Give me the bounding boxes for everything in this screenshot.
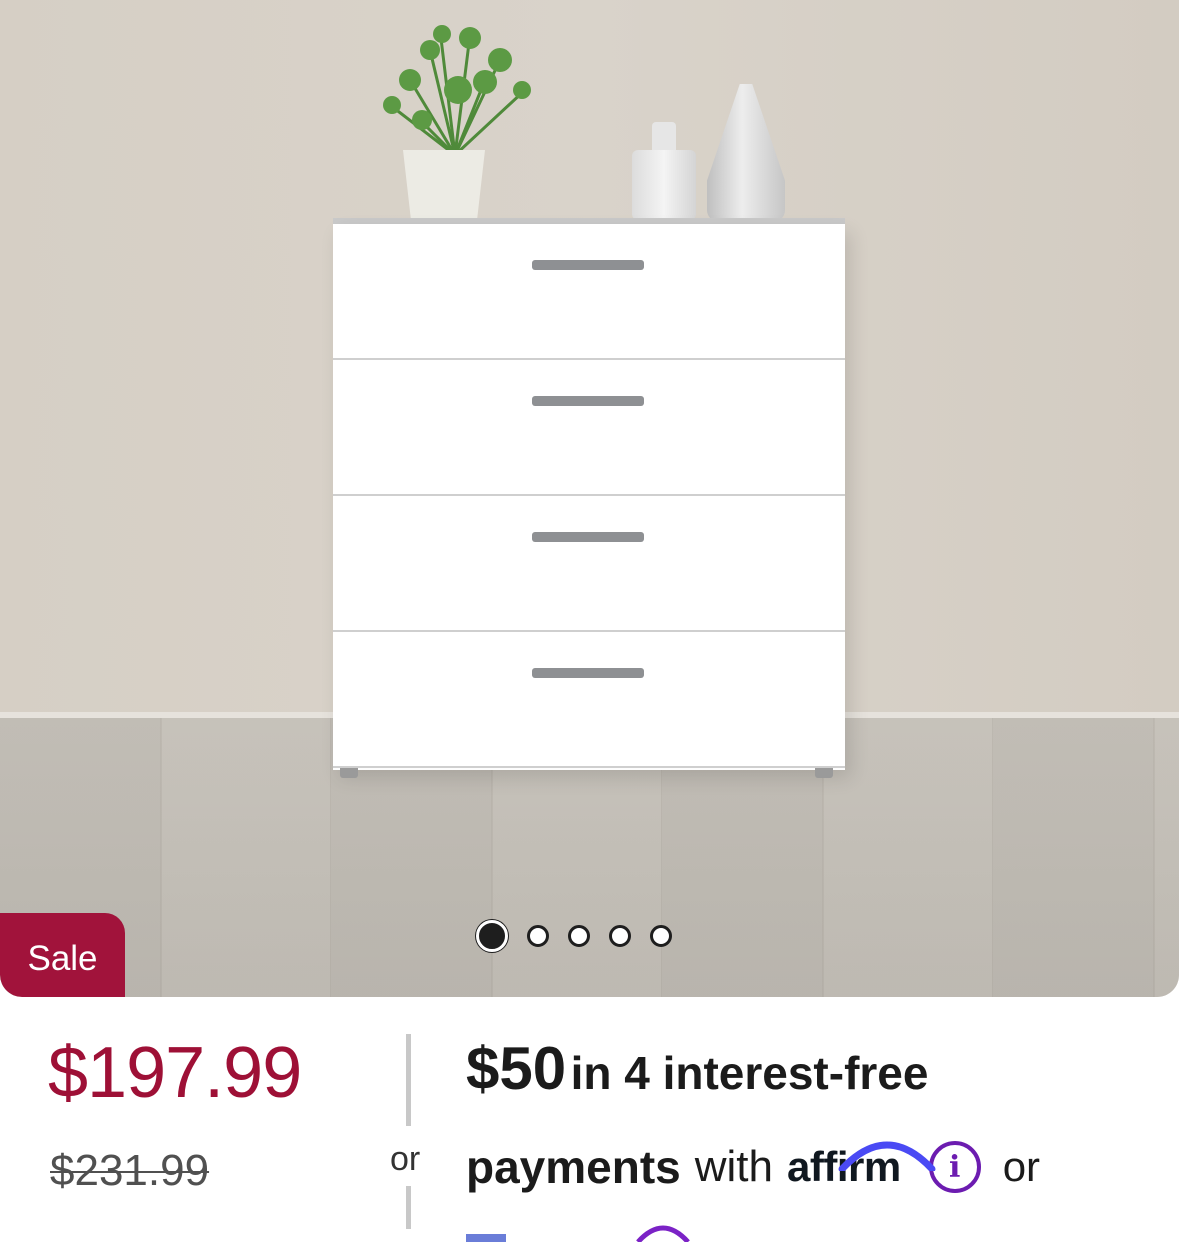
drawer bbox=[333, 360, 845, 496]
drawer bbox=[333, 632, 845, 768]
product-image-carousel[interactable]: Sale bbox=[0, 0, 1179, 997]
installment-amount: $50 bbox=[466, 1035, 567, 1102]
financing-offer-line: $50 in 4 interest-free bbox=[466, 1034, 928, 1103]
dresser-foot bbox=[815, 768, 833, 778]
glass-jar bbox=[632, 150, 696, 220]
plant-image bbox=[383, 25, 531, 157]
financing-provider-line: payments with affirm i or bbox=[466, 1140, 1040, 1194]
with-text: with bbox=[694, 1142, 773, 1191]
sale-badge: Sale bbox=[0, 913, 125, 997]
sale-price: $197.99 bbox=[48, 1033, 302, 1113]
carousel-dot[interactable] bbox=[609, 925, 631, 947]
drawer bbox=[333, 496, 845, 632]
original-price: $231.99 bbox=[50, 1146, 210, 1195]
carousel-dot[interactable] bbox=[650, 925, 672, 947]
dresser-image bbox=[333, 224, 845, 770]
drawer-handle bbox=[532, 260, 644, 270]
installment-text: in 4 interest-free bbox=[570, 1047, 929, 1099]
drawer-handle bbox=[532, 396, 644, 406]
affirm-logo[interactable]: affirm bbox=[787, 1141, 936, 1191]
drawer-handle bbox=[532, 668, 644, 678]
divider bbox=[406, 1186, 411, 1229]
carousel-dot[interactable] bbox=[568, 925, 590, 947]
carousel-pagination bbox=[476, 920, 672, 952]
or-separator: or bbox=[390, 1140, 421, 1178]
affirm-arc-icon bbox=[838, 1141, 936, 1171]
payments-label: payments bbox=[466, 1141, 681, 1193]
plant-pot bbox=[403, 150, 485, 222]
carousel-dot[interactable] bbox=[527, 925, 549, 947]
cut-off-content bbox=[466, 1225, 690, 1242]
divider bbox=[406, 1034, 411, 1126]
drawer bbox=[333, 224, 845, 360]
carousel-dot[interactable] bbox=[476, 920, 508, 952]
glass-jar-neck bbox=[652, 122, 676, 152]
or-separator: or bbox=[1002, 1143, 1041, 1190]
dresser-foot bbox=[340, 768, 358, 778]
drawer-handle bbox=[532, 532, 644, 542]
